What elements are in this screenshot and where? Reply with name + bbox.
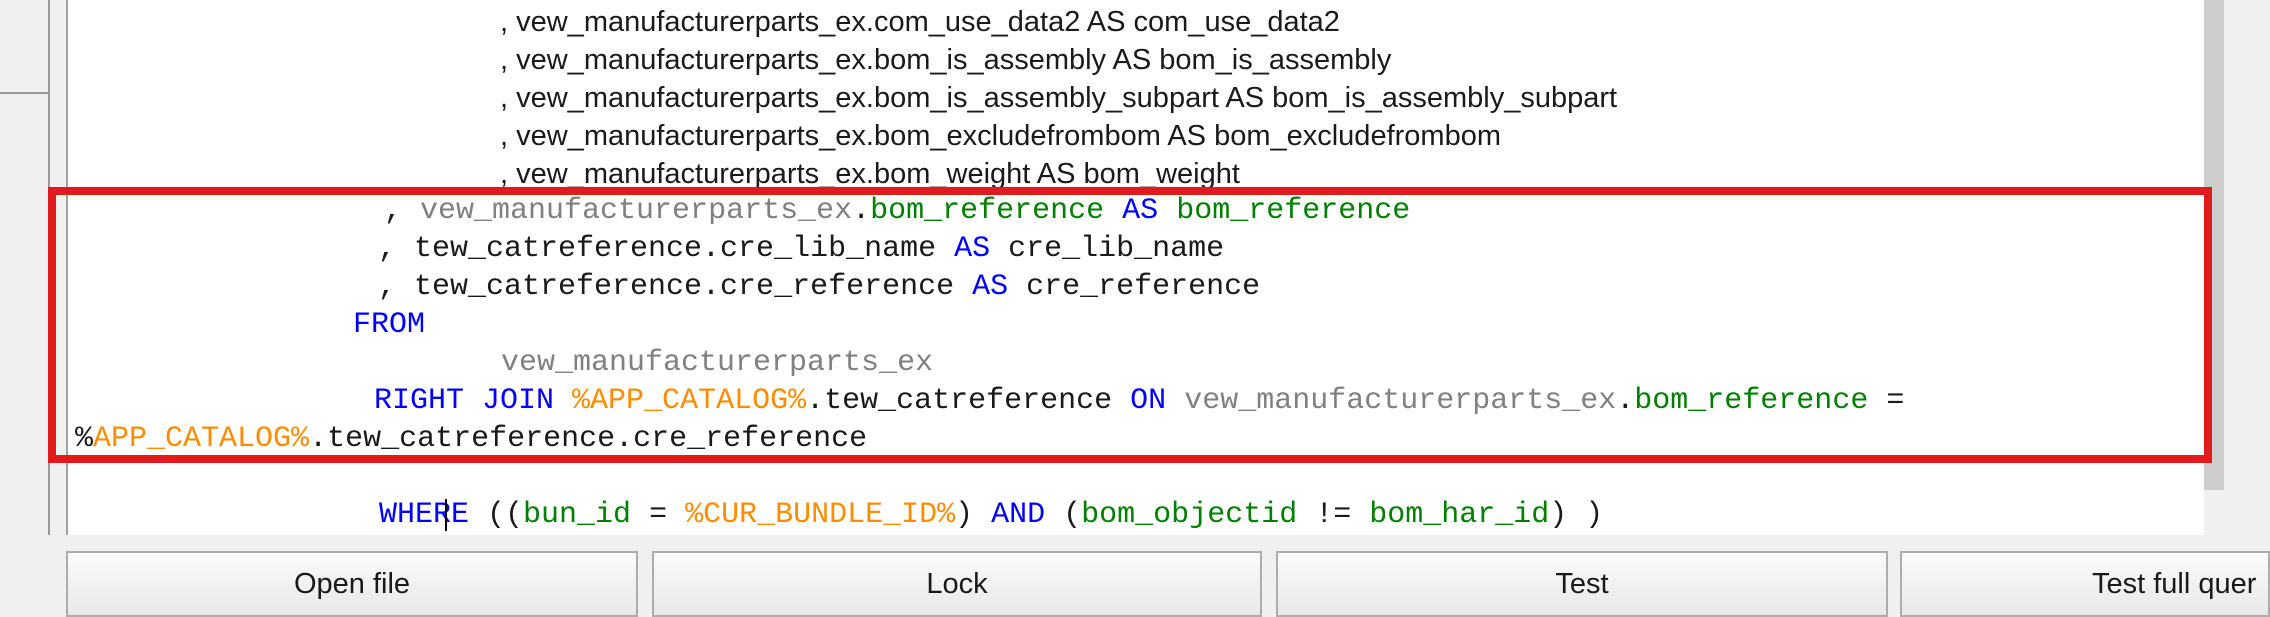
text-caret bbox=[445, 499, 447, 531]
code-line: , vew_manufacturerparts_ex.bom_is_assemb… bbox=[500, 44, 1392, 76]
panel-splitter[interactable] bbox=[0, 92, 48, 94]
code-token: bun_id bbox=[523, 498, 632, 532]
code-token: AND bbox=[991, 498, 1046, 532]
code-token: ) bbox=[955, 498, 992, 532]
test-full-query-button[interactable]: Test full quer bbox=[1900, 551, 2270, 617]
code-token: ( bbox=[1045, 498, 1082, 532]
code-token: WHERE bbox=[379, 498, 470, 532]
code-token: %CUR_BUNDLE_ID% bbox=[685, 498, 956, 532]
code-token: bom_har_id bbox=[1369, 498, 1550, 532]
code-token: (( bbox=[469, 498, 524, 532]
code-line: WHERE ((bun_id = %CUR_BUNDLE_ID%) AND (b… bbox=[379, 498, 1603, 532]
code-line: , vew_manufacturerparts_ex.bom_excludefr… bbox=[500, 120, 1501, 152]
code-token: = bbox=[631, 498, 686, 532]
code-line: , vew_manufacturerparts_ex.com_use_data2… bbox=[500, 6, 1340, 38]
left-panel-edge bbox=[0, 0, 52, 535]
lock-button[interactable]: Lock bbox=[652, 551, 1262, 617]
code-token: bom_objectid bbox=[1081, 498, 1298, 532]
code-token: ) ) bbox=[1549, 498, 1604, 532]
code-line: , vew_manufacturerparts_ex.bom_is_assemb… bbox=[500, 82, 1618, 114]
open-file-button[interactable]: Open file bbox=[66, 551, 638, 617]
vertical-scrollbar[interactable] bbox=[2204, 0, 2270, 535]
code-token: != bbox=[1297, 498, 1370, 532]
test-button[interactable]: Test bbox=[1276, 551, 1888, 617]
highlight-annotation-box bbox=[48, 187, 2212, 463]
